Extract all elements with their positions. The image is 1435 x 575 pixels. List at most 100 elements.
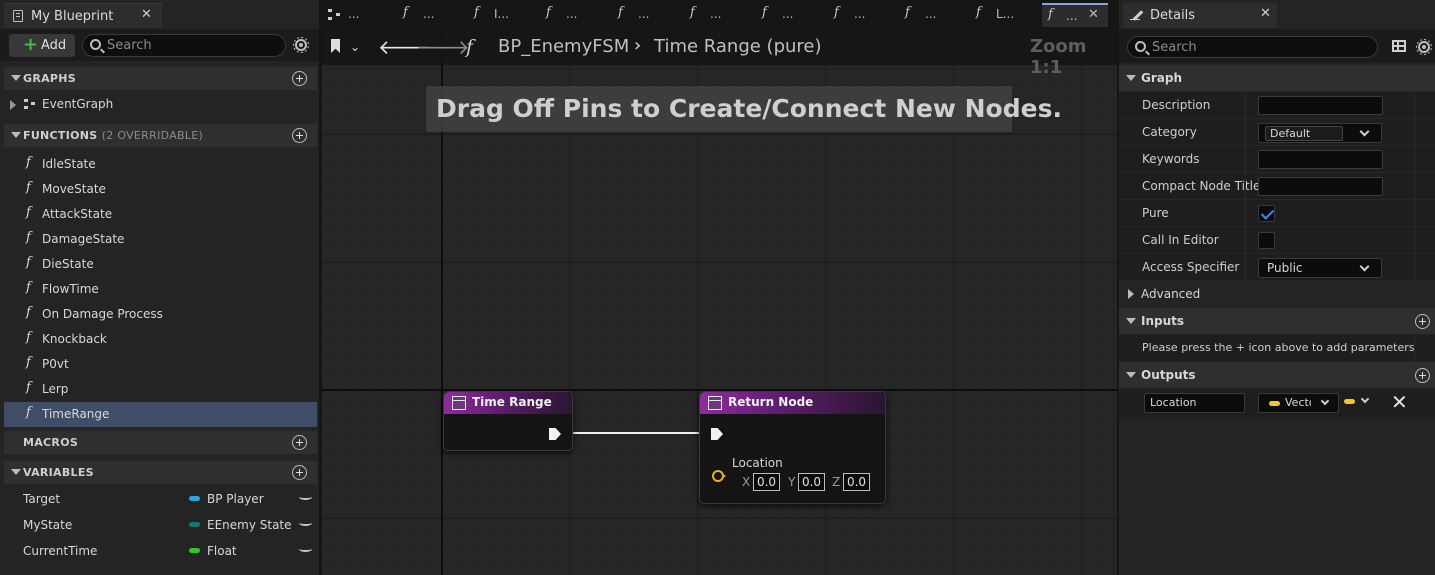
property-label: Keywords — [1142, 152, 1200, 166]
call-in-editor-checkbox[interactable] — [1258, 232, 1275, 249]
close-icon[interactable]: ✕ — [1260, 6, 1271, 21]
close-icon[interactable]: ✕ — [1088, 7, 1099, 22]
remove-output-icon[interactable]: ✕ — [1391, 390, 1408, 414]
exec-out-pin[interactable] — [549, 428, 561, 440]
variable-item[interactable]: MyState EEnemy State — [4, 512, 317, 538]
tab-label: ... — [925, 7, 937, 21]
category-text-field[interactable]: Default — [1265, 126, 1343, 141]
add-macro-icon[interactable] — [292, 435, 307, 450]
function-item[interactable]: f Knockback — [4, 327, 317, 352]
advanced-section-header[interactable]: Advanced — [1119, 281, 1435, 307]
return-node[interactable]: Return Node Location X 0.0 Y 0.0 Z 0.0 — [699, 391, 886, 504]
variable-item[interactable]: Target BP Player — [4, 486, 317, 512]
function-item[interactable]: f AttackState — [4, 202, 317, 227]
vector-pin[interactable] — [712, 470, 726, 482]
variables-section-header[interactable]: VARIABLES — [4, 461, 317, 484]
variable-type[interactable]: BP Player — [207, 492, 264, 506]
close-icon[interactable]: ✕ — [141, 7, 152, 22]
tab-function[interactable]: f... — [618, 3, 668, 27]
column-divider — [1245, 254, 1246, 281]
eye-closed-icon[interactable] — [299, 494, 312, 500]
tab-function[interactable]: f... — [905, 3, 955, 27]
function-item[interactable]: f MoveState — [4, 177, 317, 202]
function-item[interactable]: f On Damage Process — [4, 302, 317, 327]
details-tab[interactable]: Details ✕ — [1123, 3, 1277, 28]
breadcrumb-blueprint[interactable]: BP_EnemyFSM — [498, 36, 629, 57]
forward-arrow-icon[interactable]: 🡒 — [416, 35, 470, 59]
chevron-down-icon[interactable] — [1360, 394, 1370, 404]
property-row-call-in-editor: Call In Editor — [1119, 227, 1435, 254]
add-button[interactable]: + Add — [9, 34, 75, 57]
function-item[interactable]: f DieState — [4, 252, 317, 277]
access-specifier-dropdown[interactable]: Public — [1258, 258, 1382, 278]
variable-type[interactable]: Float — [207, 544, 237, 558]
description-input[interactable] — [1258, 96, 1383, 115]
graph-canvas[interactable]: ⌄ 🡐 🡒 f BP_EnemyFSM › Time Range (pure) … — [322, 29, 1117, 575]
pure-checkbox[interactable] — [1258, 205, 1275, 222]
graph-section-header[interactable]: Graph — [1119, 65, 1435, 91]
category-combo[interactable]: Default — [1258, 123, 1382, 143]
column-divider — [1414, 335, 1415, 362]
tab-function[interactable]: f... — [690, 3, 740, 27]
compact-node-title-input[interactable] — [1258, 177, 1383, 196]
overridable-count: (2 OVERRIDABLE) — [101, 129, 204, 142]
settings-gear-icon[interactable] — [1416, 39, 1432, 55]
function-item[interactable]: f DamageState — [4, 227, 317, 252]
tab-function[interactable]: f... — [403, 3, 453, 27]
breadcrumb-function[interactable]: Time Range (pure) — [654, 36, 822, 57]
function-item[interactable]: f IdleState — [4, 152, 317, 177]
inputs-section-header[interactable]: Inputs — [1119, 308, 1435, 334]
container-type-icon[interactable] — [1344, 399, 1355, 404]
tab-function[interactable]: f... — [834, 3, 884, 27]
add-variable-icon[interactable] — [292, 465, 307, 480]
graphs-section-header[interactable]: GRAPHS — [4, 67, 317, 90]
add-input-icon[interactable] — [1415, 314, 1430, 329]
tab-function[interactable]: f I... — [474, 3, 524, 27]
variable-item[interactable]: CurrentTime Float — [4, 538, 317, 564]
expand-arrow-icon[interactable] — [10, 100, 16, 110]
output-name-input[interactable]: Location — [1144, 393, 1245, 413]
collapse-arrow-icon — [1126, 75, 1136, 81]
macros-section-header[interactable]: MACROS — [4, 431, 317, 454]
my-blueprint-tab[interactable]: My Blueprint ✕ — [4, 3, 162, 28]
z-value-input[interactable]: 0.0 — [843, 473, 870, 491]
column-divider — [1245, 173, 1246, 200]
function-item-selected[interactable]: f TimeRange — [4, 402, 317, 427]
function-label: AttackState — [42, 207, 113, 221]
details-search-box[interactable] — [1127, 36, 1378, 58]
eye-closed-icon[interactable] — [299, 520, 312, 526]
details-search-input[interactable] — [1152, 39, 1322, 56]
add-function-icon[interactable] — [292, 128, 307, 143]
function-entry-node[interactable]: Time Range — [443, 391, 573, 451]
functions-section-header[interactable]: FUNCTIONS (2 OVERRIDABLE) — [4, 124, 317, 147]
search-input[interactable] — [107, 37, 277, 54]
tab-event-graph[interactable]: ... — [328, 3, 383, 27]
variable-type[interactable]: EEnemy State — [207, 518, 292, 532]
tab-function[interactable]: f L... — [976, 3, 1026, 27]
function-item[interactable]: f FlowTime — [4, 277, 317, 302]
output-type-dropdown[interactable]: Vecto — [1258, 393, 1339, 413]
x-value-input[interactable]: 0.0 — [753, 473, 780, 491]
graph-item-eventgraph[interactable]: EventGraph — [4, 92, 317, 117]
chevron-down-icon[interactable] — [1359, 126, 1370, 137]
property-matrix-icon[interactable] — [1392, 40, 1406, 52]
function-item[interactable]: f P0vt — [4, 352, 317, 377]
outputs-section-header[interactable]: Outputs — [1119, 362, 1435, 388]
keywords-input[interactable] — [1258, 150, 1383, 169]
event-graph-icon — [24, 99, 36, 109]
settings-gear-icon[interactable] — [293, 37, 309, 53]
pure-function-icon — [708, 396, 722, 410]
add-output-icon[interactable] — [1415, 368, 1430, 383]
tab-function[interactable]: f... — [546, 3, 596, 27]
macros-section-title: MACROS — [23, 436, 79, 449]
history-dropdown[interactable]: ⌄ — [331, 39, 360, 55]
tab-function[interactable]: f... — [762, 3, 812, 27]
eye-closed-icon[interactable] — [299, 546, 312, 552]
function-label: DamageState — [42, 232, 125, 246]
y-value-input[interactable]: 0.0 — [798, 473, 825, 491]
add-graph-icon[interactable] — [292, 71, 307, 86]
search-box[interactable] — [82, 34, 286, 57]
tab-function-active[interactable]: f ... ✕ — [1042, 3, 1108, 27]
exec-in-pin[interactable] — [711, 428, 723, 440]
function-item[interactable]: f Lerp — [4, 377, 317, 402]
